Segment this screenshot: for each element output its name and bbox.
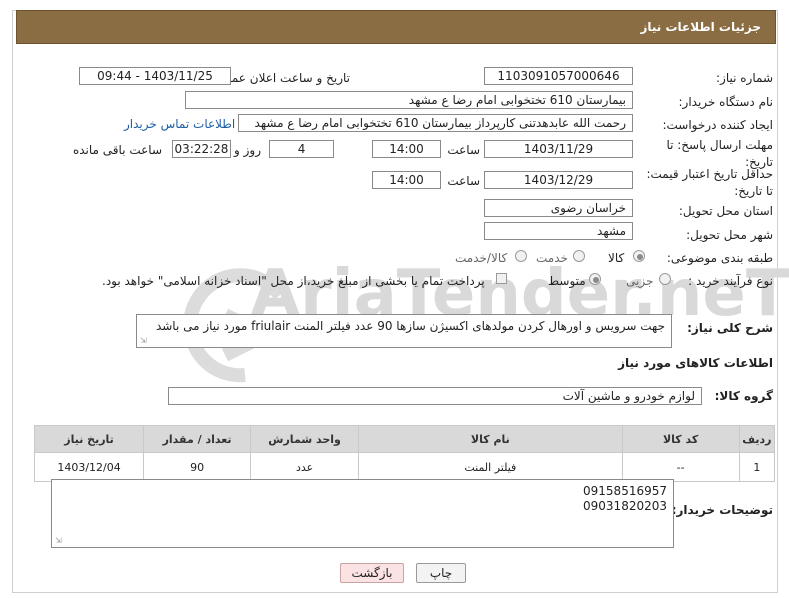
days-label: روز و	[234, 143, 261, 157]
goods-table: ردیف کد کالا نام کالا واحد شمارش تعداد /…	[33, 425, 776, 482]
treasury-payment-checkbox[interactable]	[496, 273, 507, 284]
process-option-medium: متوسط	[548, 274, 586, 288]
col-header-date: تاریخ نیاز	[33, 425, 145, 453]
category-option-goods-service: کالا/خدمت	[455, 251, 508, 265]
price-time-label: ساعت	[447, 174, 480, 188]
buyer-notes-label: توضیحات خریدار:	[671, 503, 773, 517]
buyer-org-label: نام دستگاه خریدار:	[678, 95, 774, 109]
back-button[interactable]: بازگشت	[340, 563, 404, 583]
category-radio-service[interactable]	[573, 250, 585, 262]
col-header-row: ردیف	[738, 425, 776, 453]
process-radio-minor[interactable]	[659, 273, 671, 285]
cell-qty: 90	[143, 452, 252, 482]
price-validity-label: حداقل تاریخ اعتبار قیمت: تا تاریخ:	[646, 167, 773, 198]
price-date-field: 1403/12/29	[484, 171, 633, 189]
province-label: استان محل تحویل:	[678, 204, 773, 218]
process-option-minor: جزیی	[626, 274, 654, 288]
province-field: خراسان رضوی	[484, 199, 633, 217]
category-radio-goods-service[interactable]	[515, 250, 527, 262]
contact-info-link[interactable]: اطلاعات تماس خریدار	[124, 117, 235, 131]
remaining-days-field: 4	[269, 140, 334, 158]
buyer-notes-line-2: 09031820203	[583, 499, 667, 513]
announce-datetime-field: 1403/11/25 - 09:44	[79, 67, 231, 85]
buyer-notes-line-1: 09158516957	[583, 484, 667, 498]
price-time-field: 14:00	[372, 171, 441, 189]
category-option-service: خدمت	[536, 251, 568, 265]
cell-row: 1	[738, 452, 776, 482]
treasury-payment-note: پرداخت تمام یا بخشی از مبلغ خرید،از محل …	[102, 274, 485, 288]
remaining-time-field: 03:22:28	[172, 140, 231, 158]
buyer-org-field: بیمارستان 610 تختخوابی امام رضا ع مشهد	[185, 91, 633, 109]
col-header-unit: واحد شمارش	[250, 425, 360, 453]
process-label: نوع فرآیند خرید :	[688, 274, 773, 288]
description-text: جهت سرویس و اورهال کردن مولدهای اکسیژن س…	[155, 319, 665, 333]
category-option-goods: کالا	[608, 251, 625, 265]
reply-date-field: 1403/11/29	[484, 140, 633, 158]
description-field: جهت سرویس و اورهال کردن مولدهای اکسیژن س…	[136, 314, 672, 348]
category-label: طبقه بندی موضوعی:	[666, 251, 773, 265]
need-number-label: شماره نیاز:	[716, 71, 773, 85]
remaining-time-label: ساعت باقی مانده	[72, 143, 162, 157]
goods-table-header: ردیف کد کالا نام کالا واحد شمارش تعداد /…	[33, 425, 776, 453]
page-title: جزئیات اطلاعات نیاز	[640, 20, 761, 34]
col-header-qty: تعداد / مقدار	[143, 425, 252, 453]
resize-handle-icon: ⇲	[140, 336, 147, 345]
reply-time-field: 14:00	[372, 140, 441, 158]
requester-field: رحمت الله عابدهدتنی کارپرداز بیمارستان 6…	[238, 114, 633, 132]
category-radio-goods[interactable]	[633, 250, 645, 262]
table-row: 1 -- فیلتر المنت عدد 90 1403/12/04	[33, 452, 776, 482]
goods-group-field: لوازم خودرو و ماشین آلات	[168, 387, 702, 405]
cell-code: --	[621, 452, 740, 482]
reply-time-label: ساعت	[447, 143, 480, 157]
print-button[interactable]: چاپ	[416, 563, 466, 583]
requester-label: ایجاد کننده درخواست:	[662, 118, 773, 132]
col-header-name: نام کالا	[358, 425, 623, 453]
goods-section-title: اطلاعات کالاهای مورد نیاز	[618, 356, 773, 370]
need-number-field: 1103091057000646	[484, 67, 633, 85]
process-radio-medium[interactable]	[589, 273, 601, 285]
page-header: جزئیات اطلاعات نیاز	[16, 10, 776, 44]
description-label: شرح کلی نیاز:	[687, 321, 773, 335]
cell-unit: عدد	[250, 452, 360, 482]
city-label: شهر محل تحویل:	[686, 228, 773, 242]
goods-group-label: گروه کالا:	[714, 389, 773, 403]
cell-name: فیلتر المنت	[358, 452, 623, 482]
cell-date: 1403/12/04	[33, 452, 145, 482]
city-field: مشهد	[484, 222, 633, 240]
col-header-code: کد کالا	[621, 425, 740, 453]
resize-handle-icon: ⇲	[55, 536, 62, 545]
buyer-notes-field: 09158516957 09031820203 ⇲	[51, 479, 674, 548]
